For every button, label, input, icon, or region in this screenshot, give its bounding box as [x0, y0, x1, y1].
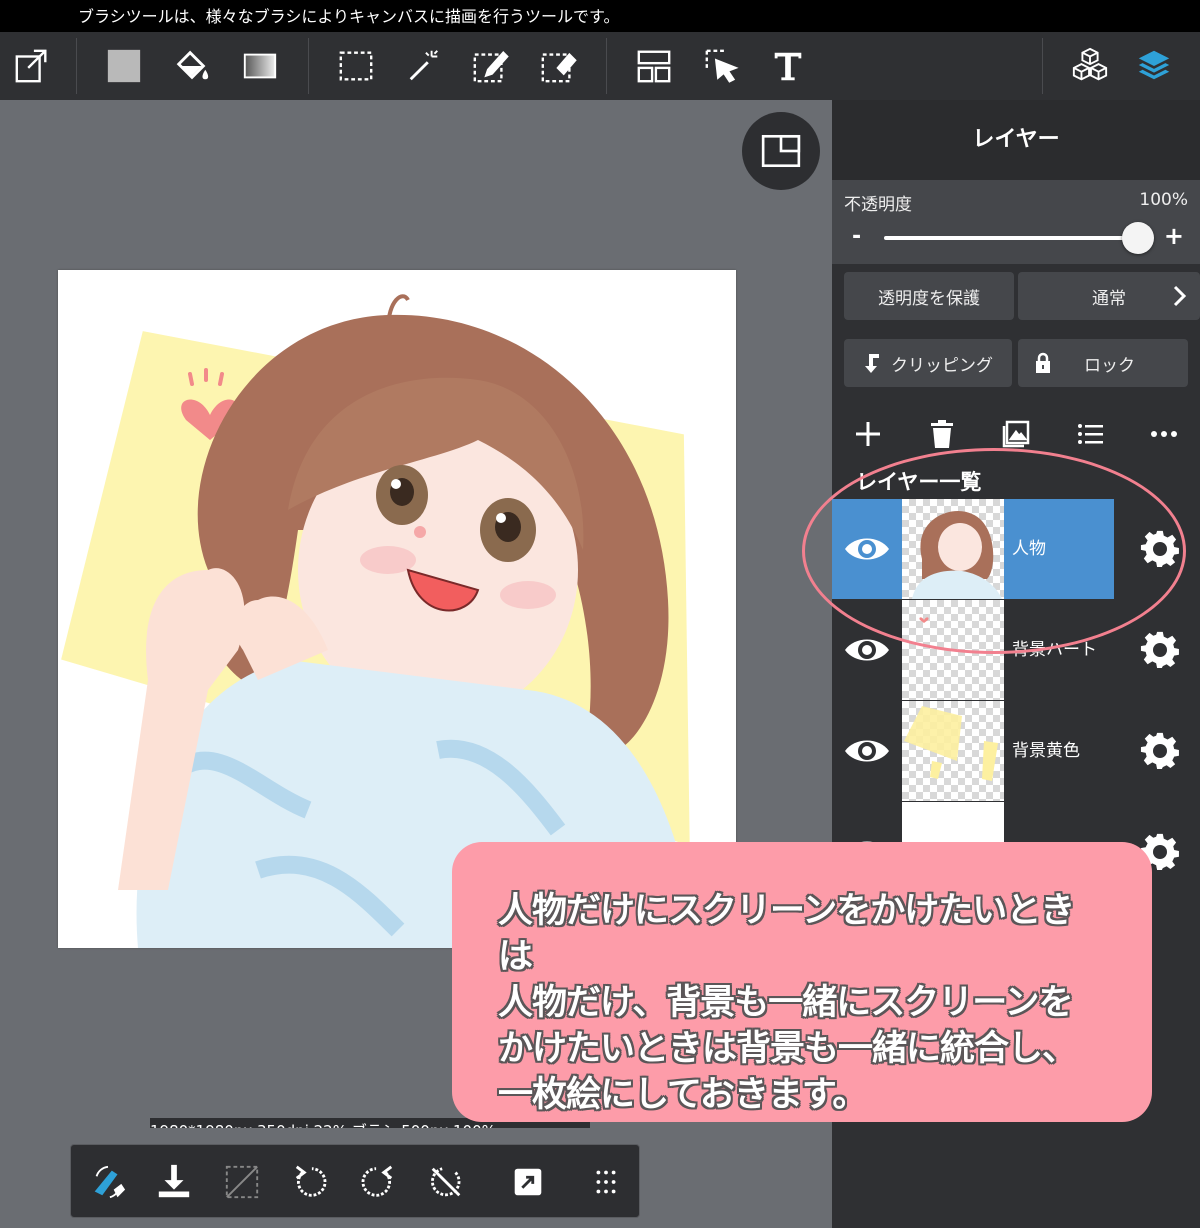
visibility-toggle[interactable]	[832, 701, 902, 801]
rect-select-icon[interactable]	[330, 40, 382, 92]
tutorial-callout: 人物だけにスクリーンをかけたいときは 人物だけ、背景も一緒にスクリーンを かけた…	[452, 842, 1152, 1122]
opacity-plus-button[interactable]: +	[1164, 222, 1184, 250]
opacity-control: 不透明度 100% - +	[832, 180, 1200, 264]
rotate-reset-icon[interactable]	[421, 1157, 471, 1207]
tool-hint-bar: ブラシツールは、様々なブラシによりキャンバスに描画を行うツールです。	[0, 0, 1200, 32]
fill-bucket-icon[interactable]	[166, 40, 218, 92]
blend-mode-button[interactable]: 通常	[1018, 272, 1200, 320]
materials-icon[interactable]	[1064, 40, 1116, 92]
eye-icon	[845, 740, 889, 762]
navigator-button[interactable]	[742, 112, 820, 190]
layout-icon[interactable]	[628, 40, 680, 92]
navigator-icon	[761, 134, 801, 168]
text-icon[interactable]	[762, 40, 814, 92]
layer-row[interactable]: 背景黄色	[832, 701, 1200, 801]
magic-wand-icon[interactable]	[398, 40, 450, 92]
opacity-value: 100%	[1139, 190, 1188, 210]
callout-line: 人物だけにスクリーンをかけたいときは	[498, 891, 1075, 977]
clipping-button[interactable]: クリッピング	[844, 339, 1012, 387]
clipping-arrow-icon	[865, 354, 879, 373]
lock-label: ロック	[1084, 355, 1135, 376]
callout-line: 一枚絵にしておきます。	[498, 1075, 867, 1115]
add-layer-icon[interactable]	[848, 414, 888, 454]
layers-icon[interactable]	[1128, 40, 1180, 92]
opacity-slider-track[interactable]	[884, 236, 1138, 240]
bottom-toolbar	[70, 1144, 640, 1218]
select-eraser-icon[interactable]	[532, 40, 584, 92]
gradient-icon[interactable]	[234, 40, 286, 92]
layer-name: 背景黄色	[1012, 741, 1080, 761]
opacity-slider-knob[interactable]	[1122, 222, 1154, 254]
move-cursor-icon[interactable]	[696, 40, 748, 92]
lock-button[interactable]: ロック	[1018, 339, 1188, 387]
select-pen-icon[interactable]	[464, 40, 516, 92]
redo-icon[interactable]	[353, 1157, 403, 1207]
more-options-icon[interactable]	[1144, 414, 1184, 454]
protect-alpha-button[interactable]: 透明度を保護	[844, 272, 1014, 320]
callout-line: 人物だけ、背景も一緒にスクリーンを	[498, 983, 1074, 1023]
layer-list-icon[interactable]	[1070, 414, 1110, 454]
gear-icon[interactable]	[1140, 630, 1180, 670]
clipping-label: クリッピング	[891, 355, 993, 376]
color-square-icon[interactable]	[98, 40, 150, 92]
protect-alpha-label: 透明度を保護	[878, 288, 980, 309]
export-icon[interactable]	[6, 40, 58, 92]
opacity-minus-button[interactable]: -	[852, 224, 861, 249]
trash-icon[interactable]	[922, 414, 962, 454]
undo-icon[interactable]	[285, 1157, 335, 1207]
panel-title: レイヤー	[832, 100, 1200, 180]
gear-icon[interactable]	[1140, 731, 1180, 771]
more-grid-icon[interactable]	[581, 1157, 631, 1207]
layer-thumbnail	[902, 701, 1004, 801]
highlight-oval	[802, 448, 1186, 654]
lock-icon	[1036, 352, 1050, 373]
brush-eraser-toggle-icon[interactable]	[83, 1157, 133, 1207]
blend-mode-label: 通常	[1092, 288, 1126, 309]
share-export-icon[interactable]	[503, 1157, 553, 1207]
callout-line: かけたいときは背景も一緒に統合し、	[498, 1029, 1077, 1069]
deselect-icon[interactable]	[217, 1157, 267, 1207]
top-toolbar	[0, 32, 1200, 100]
opacity-label: 不透明度	[844, 195, 912, 215]
import-download-icon[interactable]	[149, 1157, 199, 1207]
chevron-right-icon	[1173, 285, 1187, 307]
eye-icon	[845, 639, 889, 661]
